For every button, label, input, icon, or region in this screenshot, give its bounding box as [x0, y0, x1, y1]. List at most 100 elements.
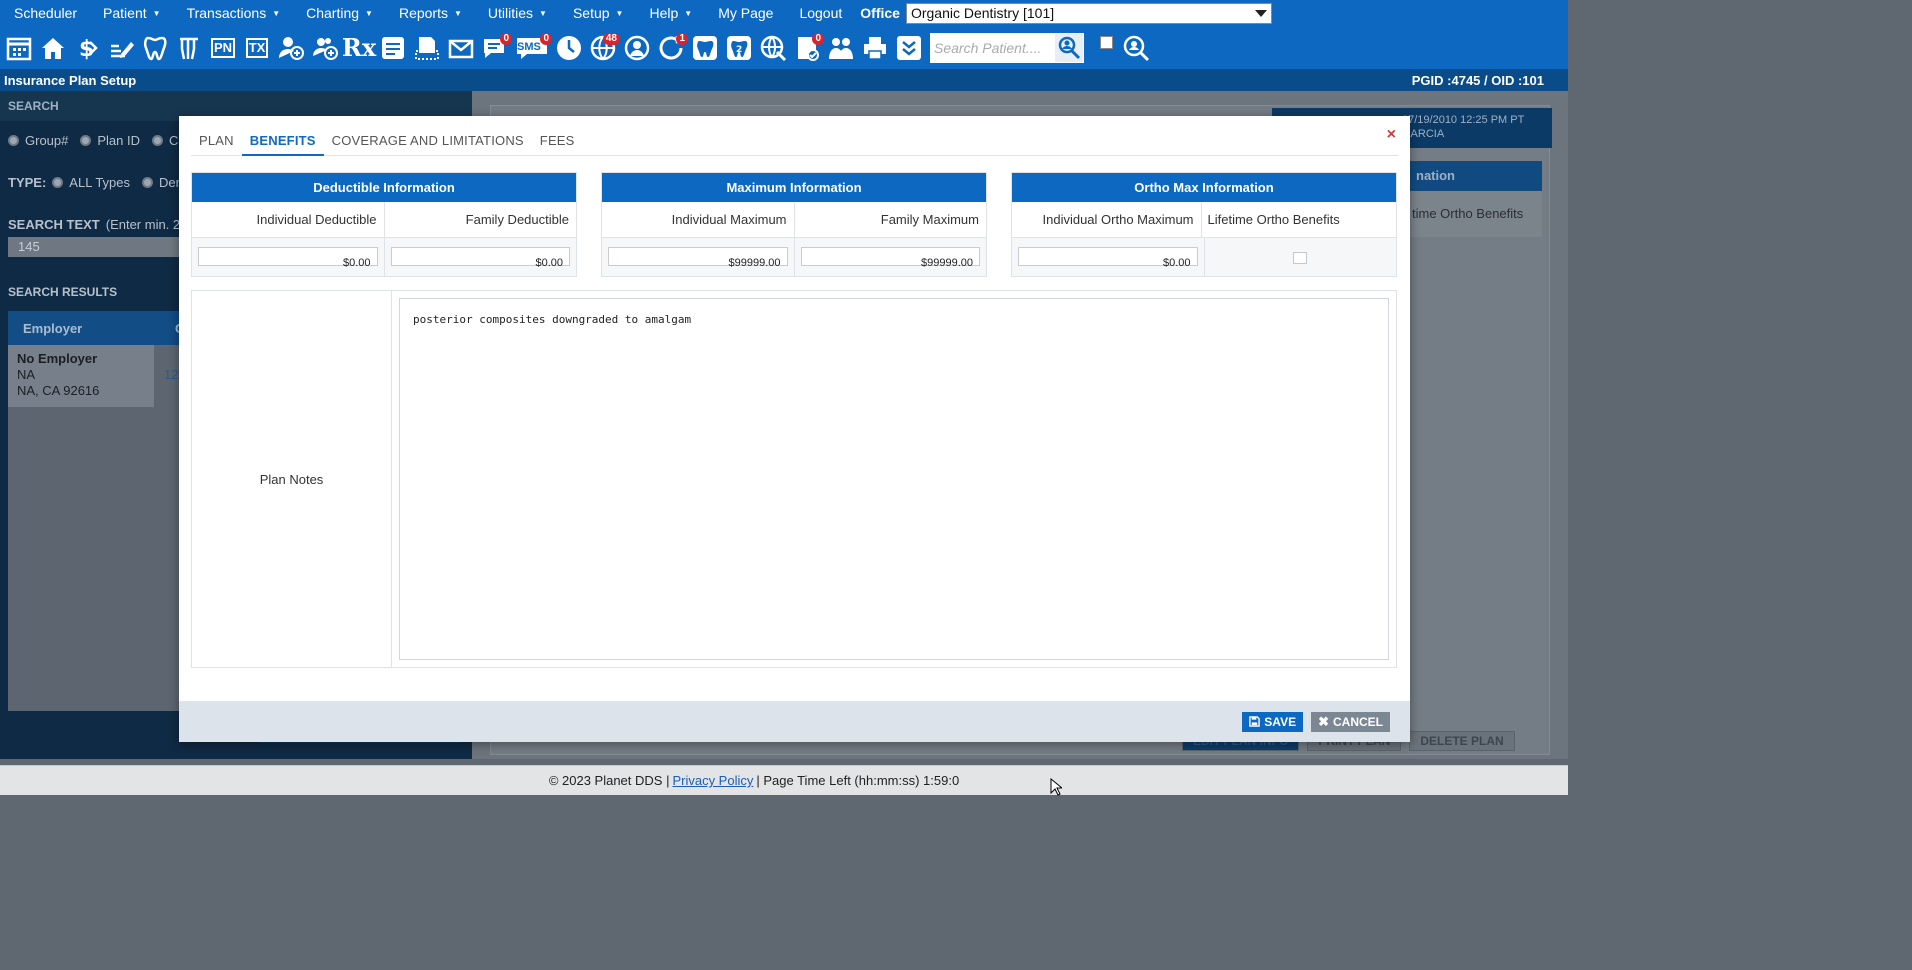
menu-label: Setup — [572, 5, 610, 21]
ortho-max-header: Ortho Max Information — [1012, 173, 1396, 202]
search-results-heading: SEARCH RESULTS — [8, 285, 118, 299]
deductible-header: Deductible Information — [192, 173, 576, 202]
tooth-icon[interactable] — [688, 31, 722, 65]
web-icon[interactable] — [756, 31, 790, 65]
plan-notes-textarea[interactable]: posterior composites downgraded to amalg… — [399, 298, 1389, 660]
notes-icon[interactable] — [376, 31, 410, 65]
radio-plan-id[interactable] — [80, 135, 92, 146]
deductible-values: $0.00 $0.00 — [192, 238, 576, 276]
menu-my-page[interactable]: My Page — [704, 5, 785, 21]
office-select[interactable]: Organic Dentistry [101] — [905, 2, 1272, 24]
menu-label: Charting — [306, 5, 360, 21]
pn-icon[interactable]: PN — [206, 31, 240, 65]
printer-icon[interactable] — [858, 31, 892, 65]
print-form-icon[interactable] — [410, 31, 444, 65]
menu-utilities[interactable]: Utilities ▼ — [474, 5, 559, 21]
menu-patient[interactable]: Patient ▼ — [89, 5, 173, 21]
radio-all-types[interactable] — [52, 177, 64, 188]
menu-setup[interactable]: Setup ▼ — [559, 5, 636, 21]
employer-line: NA — [17, 367, 36, 382]
sms-icon[interactable]: SMS 0 — [512, 31, 552, 65]
group-icon[interactable] — [824, 31, 858, 65]
menu-charting[interactable]: Charting ▼ — [292, 5, 385, 21]
employer-cell: No Employer NA NA, CA 92616 — [8, 345, 156, 407]
x-icon: ✖ — [1318, 713, 1329, 729]
benefits-modal: × PLAN BENEFITS COVERAGE AND LIMITATIONS… — [179, 116, 1410, 742]
svg-text:2: 2 — [736, 45, 742, 55]
plan-notes-label: Plan Notes — [192, 291, 392, 667]
search-text-hint: (Enter min. 2 c — [105, 217, 191, 232]
radio-other[interactable] — [152, 135, 164, 146]
maximum-header: Maximum Information — [602, 173, 986, 202]
ortho-cell-partial: time Ortho Benefits — [1410, 191, 1542, 237]
radio-label: Group# — [25, 133, 69, 148]
calendar-icon[interactable] — [2, 31, 36, 65]
user-search-icon[interactable] — [1119, 31, 1153, 65]
family-deductible-label: Family Deductible — [383, 202, 577, 237]
expand-icon[interactable] — [892, 31, 926, 65]
search-patient-input[interactable]: Search Patient.... — [930, 32, 1054, 63]
lifetime-ortho-benefits-checkbox[interactable] — [1293, 252, 1308, 264]
globe-users-icon[interactable]: 48 — [586, 31, 620, 65]
family-maximum-input[interactable]: $99999.00 — [800, 247, 980, 269]
privacy-policy-link[interactable]: Privacy Policy — [672, 773, 753, 788]
individual-deductible-input[interactable]: $0.00 — [198, 247, 378, 269]
rx-icon[interactable]: Rx — [342, 31, 376, 65]
recall-icon[interactable]: 1 — [654, 31, 688, 65]
radio-group-number[interactable] — [8, 135, 19, 146]
family-deductible-input[interactable]: $0.00 — [390, 247, 570, 269]
search-patient-button[interactable] — [1054, 32, 1084, 63]
menu-label: Utilities — [487, 5, 534, 21]
radio-dental[interactable] — [142, 177, 154, 188]
floppy-disk-icon — [1249, 716, 1261, 727]
menu-scheduler[interactable]: Scheduler — [0, 5, 89, 21]
tx-icon[interactable]: TX — [240, 31, 274, 65]
tooth-2-icon[interactable]: 2 — [722, 31, 756, 65]
individual-ortho-maximum-input[interactable]: $0.00 — [1018, 247, 1198, 269]
modal-tabs: PLAN BENEFITS COVERAGE AND LIMITATIONS F… — [191, 128, 1398, 156]
tab-benefits[interactable]: BENEFITS — [241, 128, 324, 156]
menu-logout[interactable]: Logout — [785, 5, 854, 21]
checklist-icon[interactable]: 0 — [790, 31, 824, 65]
messages-icon[interactable]: 0 — [478, 31, 512, 65]
type-row: TYPE: ALL Types Den — [8, 175, 183, 190]
clock-icon[interactable] — [552, 31, 586, 65]
delete-plan-button[interactable]: DELETE PLAN — [1409, 731, 1515, 751]
office-label: Office — [860, 5, 900, 21]
recall-badge: 1 — [676, 32, 688, 45]
employer-name: No Employer — [17, 351, 98, 366]
support-icon[interactable] — [620, 31, 654, 65]
add-family-icon[interactable] — [308, 31, 342, 65]
employer-line: NA, CA 92616 — [17, 383, 100, 398]
menu-reports[interactable]: Reports ▼ — [385, 5, 474, 21]
menu-label: Transactions — [186, 5, 267, 21]
radio-label: Plan ID — [97, 133, 141, 148]
edit-icon[interactable] — [104, 31, 138, 65]
tooth-perio-icon[interactable] — [172, 31, 206, 65]
cancel-button[interactable]: ✖ CANCEL — [1311, 711, 1390, 732]
search-text-input[interactable]: 145 — [8, 237, 208, 257]
page-footer: © 2023 Planet DDS | Privacy Policy | Pag… — [0, 765, 1568, 795]
menu-transactions[interactable]: Transactions ▼ — [173, 5, 293, 21]
individual-maximum-input[interactable]: $99999.00 — [608, 247, 788, 269]
tooth-chart-icon[interactable] — [138, 31, 172, 65]
deductible-labels: Individual Deductible Family Deductible — [192, 202, 576, 238]
type-label: TYPE: — [8, 175, 47, 190]
dollar-icon[interactable]: $ — [70, 31, 104, 65]
save-button[interactable]: SAVE — [1242, 711, 1304, 732]
maximum-information-group: Maximum Information Individual Maximum F… — [601, 172, 987, 277]
cancel-label: CANCEL — [1333, 714, 1383, 729]
tab-fees[interactable]: FEES — [532, 128, 583, 156]
individual-ortho-maximum-label: Individual Ortho Maximum — [1042, 212, 1194, 227]
tab-coverage-and-limitations[interactable]: COVERAGE AND LIMITATIONS — [324, 128, 532, 156]
toolbar-checkbox[interactable] — [1100, 36, 1113, 49]
ortho-labels: Individual Ortho Maximum Lifetime Ortho … — [1012, 202, 1396, 238]
add-patient-icon[interactable] — [274, 31, 308, 65]
plan-notes-section: Plan Notes posterior composites downgrad… — [191, 290, 1397, 668]
mail-icon[interactable] — [444, 31, 478, 65]
menu-help[interactable]: Help ▼ — [635, 5, 704, 21]
tab-plan[interactable]: PLAN — [191, 128, 242, 156]
page-time-left: | Page Time Left (hh:mm:ss) 1:59:0 — [756, 773, 960, 788]
rx-text: Rx — [341, 33, 377, 62]
home-icon[interactable] — [36, 31, 70, 65]
